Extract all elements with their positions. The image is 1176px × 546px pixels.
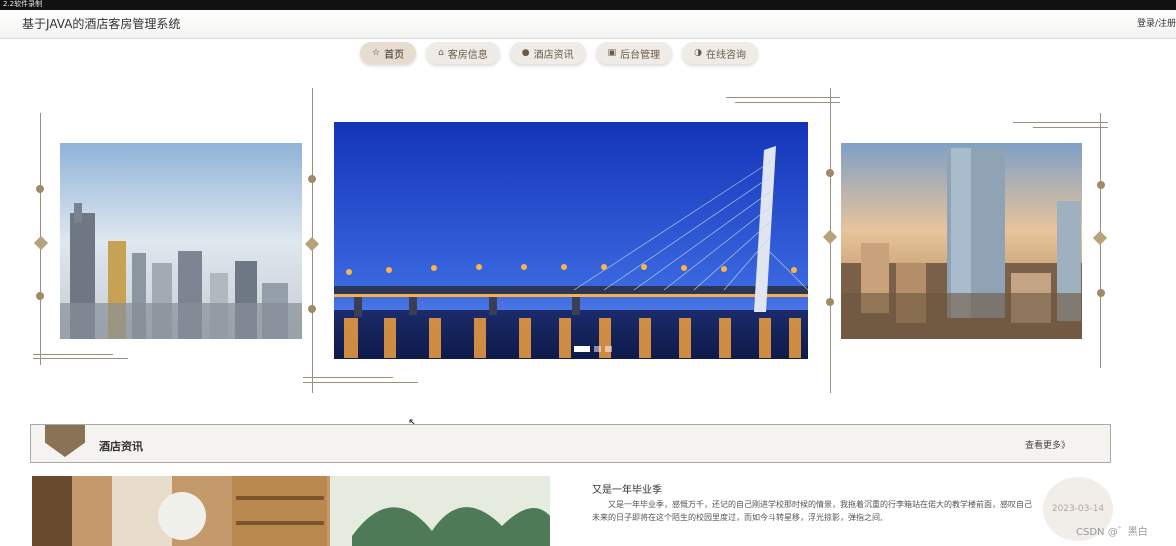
nav-admin-label: 后台管理 <box>620 49 661 61</box>
folder-icon: ▣ <box>607 48 617 58</box>
frame-dot <box>826 298 834 306</box>
frame-line <box>303 377 393 378</box>
watermark: CSDN @゛黑白 <box>1076 527 1148 538</box>
carousel-indicators <box>574 346 612 352</box>
carousel-dot[interactable] <box>605 346 612 352</box>
frame-dot <box>826 169 834 177</box>
frame-dot <box>1097 181 1105 189</box>
frame-diamond <box>304 236 320 252</box>
carousel-slide-left[interactable] <box>60 143 302 339</box>
frame-dot <box>36 292 44 300</box>
frame-diamond <box>822 229 838 245</box>
nav-home-label: 首页 <box>384 49 405 61</box>
interior-image <box>32 476 550 546</box>
site-title: 基于JAVA的酒店客房管理系统 <box>22 17 181 31</box>
carousel-slide-right[interactable] <box>841 143 1082 339</box>
nav-admin[interactable]: ▣ 后台管理 <box>595 42 673 64</box>
nav-hotel-news[interactable]: ● 酒店资讯 <box>509 42 586 64</box>
login-register-link[interactable]: 登录/注册 <box>1137 16 1176 29</box>
nav-room-info-label: 客房信息 <box>447 49 488 61</box>
frame-dot <box>1097 289 1105 297</box>
carousel-dot[interactable] <box>574 346 590 352</box>
news-section-title: 酒店资讯 <box>99 440 143 453</box>
news-thumbnail[interactable] <box>32 476 550 546</box>
frame-line <box>726 97 840 98</box>
frame-line <box>303 382 418 383</box>
nav-consult-label: 在线咨询 <box>706 49 747 61</box>
info-icon: ● <box>521 48 530 58</box>
nav-room-info[interactable]: ⌂ 客房信息 <box>426 42 500 64</box>
news-section-header: 酒店资讯 查看更多》 <box>30 424 1111 463</box>
nav-hotel-news-label: 酒店资讯 <box>533 49 574 61</box>
frame-line <box>1013 122 1108 123</box>
city-skyline-image <box>60 143 302 339</box>
bag-icon: ⌂ <box>438 48 444 58</box>
bridge-night-image <box>334 122 808 359</box>
tower-city-image <box>841 143 1082 339</box>
carousel-slide-center[interactable] <box>334 122 808 359</box>
carousel-dot[interactable] <box>594 346 601 352</box>
article-excerpt: 又是一年毕业季，感慨万千，还记的自己刚进学校那时候的情景，我拖着沉重的行李箱站在… <box>592 500 1032 522</box>
frame-line <box>1033 127 1108 128</box>
nav-home[interactable]: ☆ 首页 <box>360 42 417 64</box>
frame-dot <box>308 305 316 313</box>
frame-dot <box>36 185 44 193</box>
ribbon-icon <box>45 425 85 457</box>
prev-arrow-icon[interactable] <box>33 235 49 251</box>
view-more-link[interactable]: 查看更多》 <box>1025 438 1070 451</box>
site-header: 基于JAVA的酒店客房管理系统 登录/注册 <box>0 10 1176 39</box>
recording-label: 2.2软件录制 <box>3 0 43 8</box>
frame-dot <box>308 175 316 183</box>
star-icon: ☆ <box>372 48 381 58</box>
nav-consult[interactable]: ◑ 在线咨询 <box>682 42 759 64</box>
article-title[interactable]: 又是一年毕业季 <box>592 481 662 496</box>
frame-line <box>33 358 128 359</box>
next-arrow-icon[interactable] <box>1092 230 1108 246</box>
recording-bar: 2.2软件录制 <box>0 0 1176 10</box>
headset-icon: ◑ <box>694 48 703 58</box>
frame-line <box>735 102 840 103</box>
main-nav: ☆ 首页 ⌂ 客房信息 ● 酒店资讯 ▣ 后台管理 ◑ 在线咨询 <box>360 42 759 64</box>
frame-line <box>33 354 113 355</box>
